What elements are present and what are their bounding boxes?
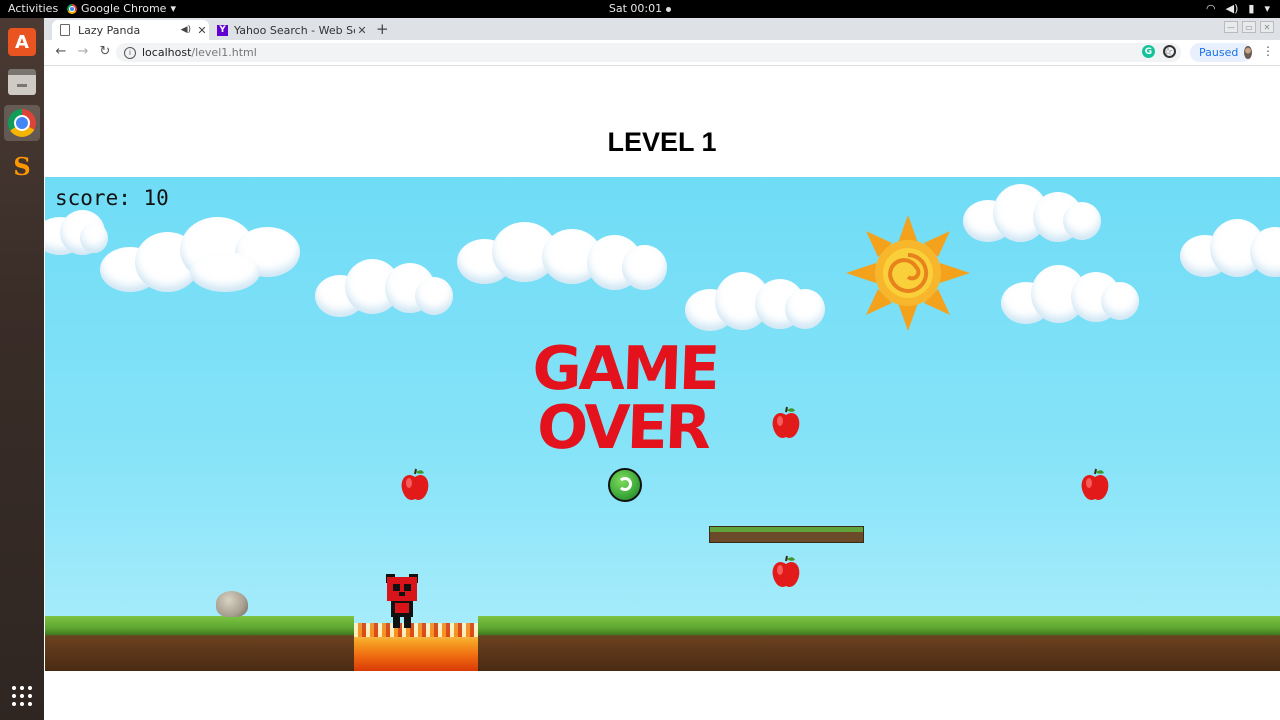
page-title: LEVEL 1 [607, 127, 717, 157]
maximize-icon[interactable]: ▭ [1242, 21, 1256, 33]
back-button[interactable]: ← [52, 44, 70, 59]
cloud [1180, 217, 1280, 282]
score-display: score: 10 [55, 186, 169, 210]
volume-icon: ◀) [1225, 2, 1239, 15]
clock-label: Sat 00:01 [608, 2, 663, 15]
sun-sprite [846, 215, 970, 331]
clock[interactable]: Sat 00:01 [0, 2, 1280, 15]
page-content: LEVEL 1 GAME OVER score: 10 [44, 66, 1280, 720]
game-canvas[interactable]: GAME OVER score: 10 [45, 177, 1280, 671]
new-tab-button[interactable]: + [376, 20, 389, 38]
restart-button[interactable] [608, 468, 642, 502]
yahoo-icon: Y [217, 24, 228, 36]
extension-icon[interactable] [1163, 45, 1176, 58]
site-info-icon[interactable]: i [124, 46, 136, 59]
browser-toolbar: ← → ↻ i localhost/level1.html ⚲ ☆ G Paus… [44, 40, 1280, 66]
app-grid-icon [12, 686, 32, 706]
lava-pit [354, 623, 478, 671]
chrome-icon [8, 109, 36, 137]
sublime-text-icon: S [13, 151, 31, 181]
cloud [100, 207, 300, 297]
restart-icon [618, 477, 632, 491]
grammarly-extension-icon[interactable]: G [1142, 45, 1155, 58]
cloud [1001, 262, 1141, 327]
window-controls: — ▭ ✕ [1224, 21, 1274, 33]
tab-yahoo-search[interactable]: Y Yahoo Search - Web Search ✕ [209, 20, 369, 40]
close-window-icon[interactable]: ✕ [1260, 21, 1274, 33]
tab-title: Lazy Panda [78, 23, 141, 37]
system-tray[interactable]: ◠ ◀) ▮ ▾ [1206, 2, 1270, 15]
url-host: localhost [142, 46, 192, 59]
reload-button[interactable]: ↻ [96, 44, 114, 59]
ground-left [45, 616, 354, 671]
cloud [315, 255, 455, 320]
wifi-icon: ◠ [1206, 2, 1216, 15]
battery-icon: ▮ [1248, 2, 1255, 15]
profile-status: Paused [1199, 46, 1239, 59]
apple-pickup [1081, 468, 1109, 500]
dock-google-chrome[interactable] [4, 105, 40, 141]
floating-platform [709, 526, 864, 543]
page-icon [60, 24, 70, 36]
chevron-down-icon: ▾ [1264, 2, 1270, 15]
chrome-menu-icon[interactable]: ⋮ [1262, 44, 1274, 58]
game-over-text: GAME OVER [531, 334, 718, 453]
forward-button[interactable]: → [74, 44, 92, 59]
tab-title: Yahoo Search - Web Search [234, 23, 355, 37]
audio-playing-icon[interactable]: ◀) [181, 25, 191, 35]
software-center-icon: A [8, 28, 36, 56]
minimize-icon[interactable]: — [1224, 21, 1238, 33]
apple-pickup [401, 468, 429, 500]
panda-character [386, 574, 418, 628]
ground-right [478, 616, 1280, 671]
dock-ubuntu-software[interactable]: A [4, 24, 40, 60]
tab-strip: Lazy Panda ◀) ✕ Y Yahoo Search - Web Sea… [44, 18, 1280, 40]
close-tab-icon[interactable]: ✕ [355, 24, 369, 37]
dock-sublime-text[interactable]: S [4, 148, 40, 184]
game-over-line-2: OVER [536, 393, 711, 453]
apple-pickup [772, 406, 800, 438]
files-icon [8, 69, 36, 95]
profile-button[interactable]: Paused [1190, 43, 1252, 62]
cloud [963, 182, 1103, 247]
address-bar[interactable]: i localhost/level1.html ⚲ ☆ [116, 43, 1181, 62]
cloud [685, 269, 825, 334]
cloud [457, 217, 672, 295]
rock-obstacle [216, 591, 248, 617]
close-tab-icon[interactable]: ✕ [195, 24, 209, 37]
dock-files[interactable] [4, 64, 40, 100]
url-path: /level1.html [191, 46, 257, 59]
notification-dot [666, 6, 672, 12]
system-top-bar: Activities Google Chrome ▾ Sat 00:01 ◠ ◀… [0, 0, 1280, 18]
dock-show-applications[interactable] [4, 678, 40, 714]
tab-lazy-panda[interactable]: Lazy Panda ◀) ✕ [52, 20, 209, 40]
apple-pickup [772, 555, 800, 587]
avatar [1244, 46, 1252, 59]
dock: A S [0, 18, 44, 720]
